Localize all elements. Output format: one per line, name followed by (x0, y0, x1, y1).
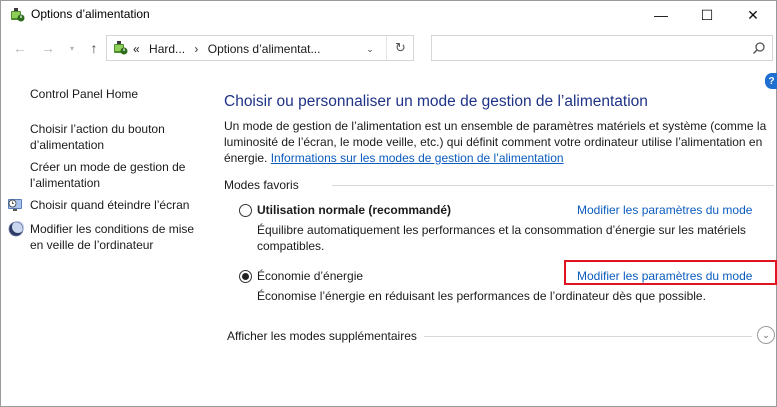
forward-button[interactable]: → (39, 39, 57, 57)
moon-icon (8, 221, 24, 237)
arrow-up-icon: ↑ (90, 40, 98, 56)
favorite-plans-label: Modes favoris (224, 178, 299, 192)
address-bar[interactable]: « Hard... › Options d’alimentat... ⌄ ↻ (106, 35, 414, 61)
sidebar-item-power-button-action[interactable]: Choisir l’action du bouton d’alimentatio… (30, 121, 210, 153)
maximize-icon: ☐ (700, 6, 714, 23)
breadcrumb-power-options[interactable]: Options d’alimentat... (208, 42, 321, 56)
address-history-button[interactable]: ⌄ (362, 42, 378, 56)
breadcrumb-hardware[interactable]: Hard... (149, 42, 185, 56)
breadcrumb-overflow[interactable]: « (133, 42, 140, 56)
info-link[interactable]: Informations sur les modes de gestion de… (271, 151, 564, 165)
power-options-icon (11, 8, 25, 22)
chevron-down-icon: ▾ (69, 43, 74, 53)
group-divider (332, 185, 774, 186)
minimize-button[interactable]: — (638, 1, 684, 29)
control-panel-home-link[interactable]: Control Panel Home (30, 86, 210, 102)
plan-power-saver-name[interactable]: Économie d’énergie (257, 269, 363, 283)
sidebar-item-turn-off-display[interactable]: Choisir quand éteindre l’écran (30, 197, 210, 213)
minimize-icon: — (654, 7, 668, 23)
search-input[interactable] (431, 35, 773, 61)
monitor-clock-icon (8, 199, 22, 211)
plan-balanced-name[interactable]: Utilisation normale (recommandé) (257, 203, 451, 217)
sidebar-item-sleep-settings[interactable]: Modifier les conditions de mise en veill… (30, 221, 210, 253)
arrow-right-icon: → (41, 40, 55, 56)
plan-balanced-radio[interactable] (239, 204, 252, 217)
extra-divider (424, 336, 752, 337)
power-options-icon (114, 41, 128, 55)
navigation-bar: ← → ▾ ↑ « Hard... › Options d’alimentat.… (1, 31, 776, 67)
plan-balanced-description: Équilibre automatiquement les performanc… (257, 223, 746, 253)
chevron-down-icon: ⌄ (366, 43, 374, 54)
show-additional-plans-label[interactable]: Afficher les modes supplémentaires (227, 329, 417, 343)
help-icon: ? (768, 75, 775, 87)
window-title: Options d’alimentation (31, 7, 150, 21)
maximize-button[interactable]: ☐ (684, 1, 730, 29)
up-button[interactable]: ↑ (85, 39, 103, 57)
sidebar-item-create-plan[interactable]: Créer un mode de gestion de l’alimentati… (30, 159, 210, 191)
control-panel-window: Options d’alimentation — ☐ ✕ ← → ▾ ↑ « H… (0, 0, 777, 407)
plan-balanced-change-link[interactable]: Modifier les paramètres du mode (577, 203, 752, 217)
recent-locations-button[interactable]: ▾ (63, 39, 81, 57)
page-title: Choisir ou personnaliser un mode de gest… (224, 93, 648, 110)
plan-power-saver-description: Économise l’énergie en réduisant les per… (257, 289, 706, 303)
search-icon (753, 42, 765, 54)
refresh-icon: ↻ (395, 40, 406, 55)
breadcrumb: « Hard... › Options d’alimentat... (133, 42, 320, 56)
left-pane: Control Panel Home Choisir l’action du b… (1, 71, 211, 406)
refresh-button[interactable]: ↻ (386, 36, 414, 60)
expand-additional-plans-button[interactable]: ⌄ (757, 326, 775, 344)
chevron-down-icon: ⌄ (762, 329, 770, 340)
help-button[interactable]: ? (765, 73, 777, 89)
breadcrumb-separator[interactable]: › (194, 42, 198, 56)
plan-power-saver-change-link[interactable]: Modifier les paramètres du mode (577, 269, 752, 283)
title-bar: Options d’alimentation — ☐ ✕ (1, 1, 776, 29)
plan-power-saver-radio[interactable] (239, 270, 252, 283)
close-icon: ✕ (747, 6, 759, 23)
page-description: Un mode de gestion de l’alimentation est… (224, 118, 769, 166)
arrow-left-icon: ← (13, 40, 27, 56)
close-button[interactable]: ✕ (730, 1, 776, 29)
back-button[interactable]: ← (11, 39, 29, 57)
